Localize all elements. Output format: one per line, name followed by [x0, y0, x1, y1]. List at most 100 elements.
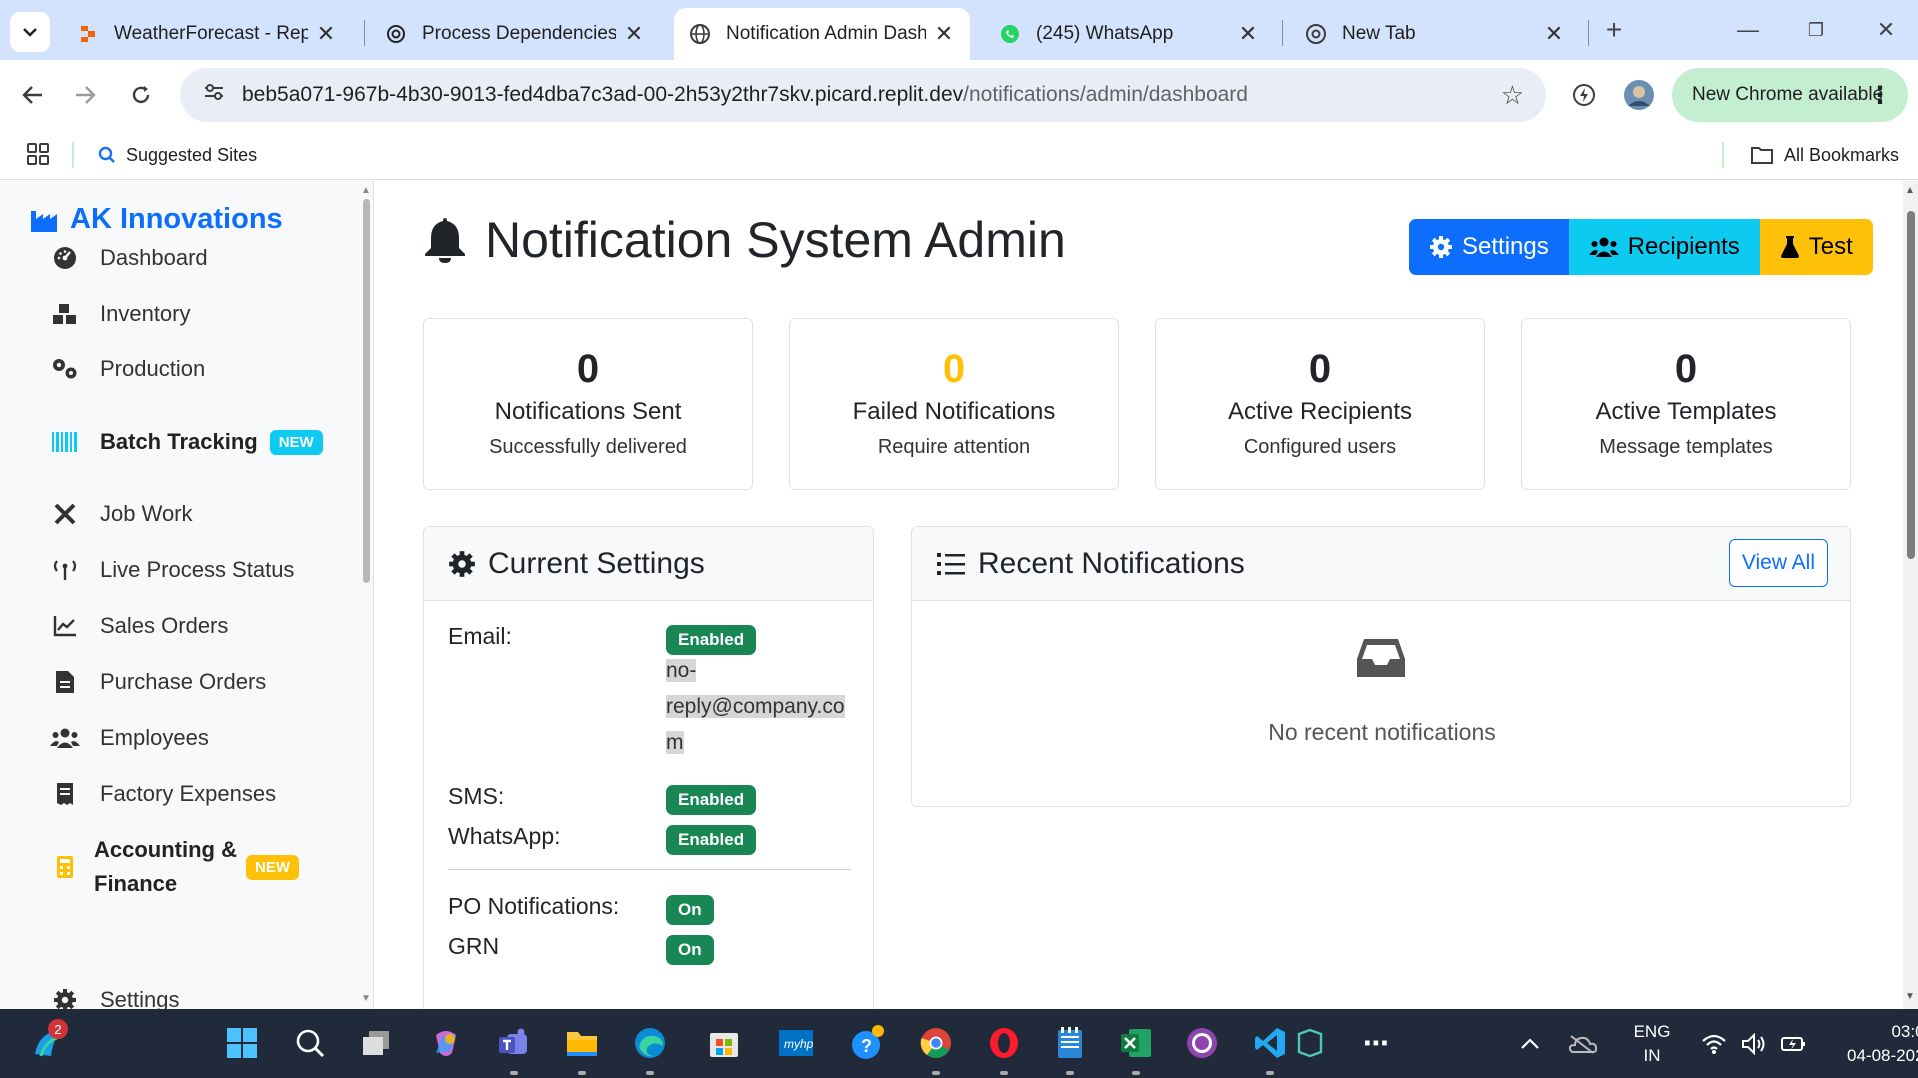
chevron-up-icon[interactable] — [1510, 1024, 1550, 1064]
all-bookmarks-button[interactable]: All Bookmarks — [1750, 130, 1899, 180]
sidebar-item-label: Live Process Status — [100, 557, 295, 582]
main-content: Notification System Admin Settings Recip… — [375, 181, 1900, 1009]
sidebar-item-accounting-finance[interactable]: Accounting & Finance NEW — [50, 833, 299, 901]
view-all-button[interactable]: View All — [1728, 539, 1828, 587]
grn-status-badge: On — [666, 935, 714, 965]
bookmark-suggested-sites[interactable]: Suggested Sites — [98, 130, 257, 180]
profile-avatar[interactable] — [1620, 76, 1658, 114]
main-scrollbar[interactable]: ▲ ▼ — [1903, 181, 1918, 1009]
tab-title: Notification Admin Dashl — [726, 23, 926, 44]
get-help-icon[interactable]: ? — [848, 1023, 888, 1063]
myhp-icon[interactable]: myhp — [776, 1023, 816, 1063]
star-icon[interactable]: ☆ — [1501, 80, 1524, 111]
onedrive-icon[interactable] — [1562, 1024, 1602, 1064]
scroll-up-arrow[interactable]: ▲ — [1905, 185, 1915, 196]
recipients-button[interactable]: Recipients — [1568, 219, 1760, 275]
site-info-icon[interactable] — [194, 83, 234, 107]
reload-button[interactable] — [120, 74, 162, 116]
restore-button[interactable]: ❐ — [1786, 10, 1846, 50]
more-vert-icon[interactable]: ⋮ — [1868, 81, 1892, 110]
close-icon[interactable]: ✕ — [622, 21, 646, 47]
sidebar-item-dashboard[interactable]: Dashboard — [50, 245, 208, 271]
sidebar-item-production[interactable]: Production — [50, 356, 205, 382]
sidebar: AK Innovations Dashboard Inventory Produ… — [0, 181, 374, 1009]
language-indicator[interactable]: ENG IN — [1622, 1020, 1682, 1068]
scroll-down-arrow[interactable]: ▼ — [1905, 991, 1915, 1002]
sidebar-item-settings[interactable]: Settings — [50, 987, 180, 1009]
notification-count-badge: 2 — [48, 1019, 68, 1039]
clock[interactable]: 03:07 04-08-2025 — [1834, 1020, 1918, 1068]
file-explorer-icon[interactable] — [562, 1023, 602, 1063]
excel-icon[interactable] — [1116, 1023, 1156, 1063]
tab-process-dependencies[interactable]: Process Dependencies O ✕ — [370, 8, 660, 60]
brand-link[interactable]: AK Innovations — [30, 203, 283, 236]
email-line: no- — [666, 659, 697, 682]
scrollbar-thumb[interactable] — [1907, 211, 1915, 559]
back-button[interactable] — [12, 74, 54, 116]
search-icon — [98, 146, 115, 163]
scroll-up-arrow[interactable]: ▲ — [361, 185, 371, 196]
running-indicator — [1000, 1071, 1008, 1075]
edge-icon[interactable] — [630, 1023, 670, 1063]
gear-icon — [1430, 236, 1452, 258]
copilot-icon[interactable] — [426, 1023, 466, 1063]
chrome-icon[interactable] — [916, 1023, 956, 1063]
sidebar-scrollbar[interactable] — [363, 199, 370, 583]
folder-icon — [1751, 147, 1773, 164]
tab-new-tab[interactable]: New Tab ✕ — [1290, 8, 1580, 60]
close-icon[interactable]: ✕ — [314, 21, 338, 47]
teams-icon[interactable] — [494, 1023, 534, 1063]
sidebar-item-employees[interactable]: Employees — [50, 725, 209, 751]
new-tab-button[interactable]: + — [1584, 10, 1644, 50]
wifi-icon[interactable] — [1694, 1024, 1734, 1064]
battery-charging-icon[interactable] — [1774, 1024, 1814, 1064]
tab-weatherforecast[interactable]: WeatherForecast - Replit ✕ — [62, 8, 352, 60]
running-indicator — [578, 1071, 586, 1075]
sidebar-item-sales-orders[interactable]: Sales Orders — [50, 613, 228, 639]
github-desktop-icon[interactable] — [1182, 1023, 1222, 1063]
whatsapp-label: WhatsApp: — [448, 823, 561, 849]
pinned-app-icon[interactable] — [1290, 1023, 1330, 1063]
close-window-button[interactable]: ✕ — [1856, 10, 1916, 50]
volume-icon[interactable] — [1734, 1024, 1774, 1064]
scroll-down-arrow[interactable]: ▼ — [361, 993, 371, 1004]
microsoft-store-icon[interactable] — [704, 1023, 744, 1063]
test-button-label: Test — [1808, 233, 1853, 260]
recipients-button-label: Recipients — [1627, 233, 1740, 260]
sidebar-item-live-process-status[interactable]: Live Process Status — [50, 557, 294, 583]
sidebar-item-inventory[interactable]: Inventory — [50, 301, 191, 327]
tab-whatsapp[interactable]: (245) WhatsApp ✕ — [984, 8, 1274, 60]
chrome-update-button[interactable]: New Chrome available ⋮ — [1672, 68, 1908, 122]
apps-grid-icon[interactable] — [26, 142, 50, 171]
close-icon[interactable]: ✕ — [1542, 21, 1566, 47]
address-bar[interactable]: beb5a071-967b-4b30-9013-fed4dba7c3ad-00-… — [180, 68, 1546, 122]
sidebar-item-job-work[interactable]: Job Work — [50, 501, 193, 527]
stat-card-failed-notifications: 0 Failed Notifications Require attention — [789, 318, 1119, 490]
sidebar-item-batch-tracking[interactable]: Batch Tracking NEW — [50, 429, 323, 455]
tab-search-button[interactable] — [10, 12, 50, 52]
windows-start-icon[interactable] — [222, 1023, 262, 1063]
po-notifications-label: PO Notifications: — [448, 893, 620, 919]
vscode-icon[interactable] — [1250, 1023, 1290, 1063]
performance-icon[interactable] — [1565, 76, 1603, 114]
settings-button[interactable]: Settings — [1409, 219, 1569, 275]
search-icon[interactable] — [290, 1023, 330, 1063]
running-indicator — [1066, 1071, 1074, 1075]
users-icon — [50, 727, 80, 749]
sidebar-item-label: Dashboard — [100, 245, 208, 270]
minimize-button[interactable]: — — [1718, 10, 1778, 50]
sidebar-item-purchase-orders[interactable]: Purchase Orders — [50, 669, 266, 695]
tab-notification-admin[interactable]: Notification Admin Dashl ✕ — [674, 8, 970, 60]
opera-icon[interactable] — [984, 1023, 1024, 1063]
close-icon[interactable]: ✕ — [1236, 21, 1260, 47]
sidebar-item-factory-expenses[interactable]: Factory Expenses — [50, 781, 276, 807]
notepad-icon[interactable] — [1050, 1023, 1090, 1063]
sidebar-item-label: Employees — [100, 725, 209, 750]
test-button[interactable]: Test — [1759, 219, 1873, 275]
close-icon[interactable]: ✕ — [932, 21, 956, 47]
more-icon[interactable]: ⋯ — [1356, 1023, 1396, 1063]
new-badge: NEW — [246, 854, 299, 880]
forward-button[interactable] — [64, 74, 106, 116]
task-view-icon[interactable] — [356, 1023, 396, 1063]
sidebar-item-label: Batch Tracking — [100, 429, 258, 454]
